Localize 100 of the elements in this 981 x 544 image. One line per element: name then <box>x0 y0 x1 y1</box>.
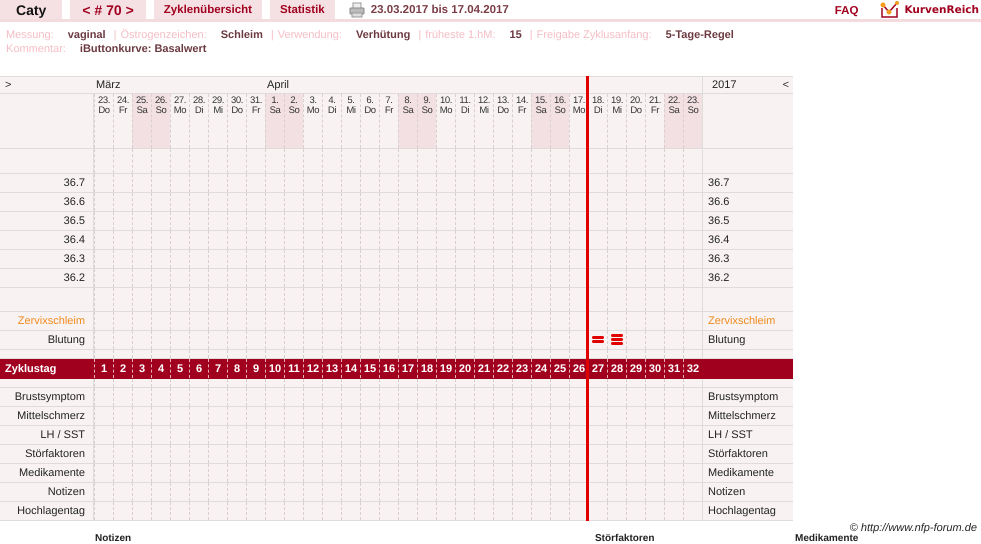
nav-tab[interactable]: Zyklenübersicht <box>154 0 262 19</box>
cycle-day-number: 16 <box>382 362 396 374</box>
cycle-day-number: 6 <box>196 362 202 374</box>
day-header: 23. So <box>683 94 702 148</box>
day-header: 20. Do <box>626 94 645 148</box>
row-label: Blutung <box>708 334 746 346</box>
info-label: Verwendung: <box>278 28 342 42</box>
day-header: 6. Do <box>360 94 379 148</box>
cycle-day-number: 25 <box>554 362 566 374</box>
row-label: 36.6 <box>64 196 85 208</box>
cycle-day-number: 32 <box>686 362 700 374</box>
row-label: 36.6 <box>708 196 730 208</box>
cycle-day-number: 4 <box>158 362 164 374</box>
info-value: 5-Tage-Regel <box>666 28 734 42</box>
cycle-day-number: 22 <box>496 362 510 374</box>
info-label: Messung: <box>6 28 54 42</box>
row-label: Brustsymptom <box>14 391 85 403</box>
day-header: 5. Mi <box>341 94 360 148</box>
cycle-day-number: 31 <box>668 362 680 374</box>
cycle-day-number: 27 <box>592 362 604 374</box>
row-label: Brustsymptom <box>708 391 778 403</box>
day-header: 22. Sa <box>664 94 683 148</box>
cycle-day-number: 21 <box>478 362 490 374</box>
row-label: 36.7 <box>708 177 730 189</box>
row-label: 36.2 <box>708 272 730 284</box>
nav-tab[interactable]: Statistik <box>270 0 335 19</box>
cycle-navigation[interactable]: < # 70 > <box>70 0 146 19</box>
cycle-day-number: 20 <box>458 362 472 374</box>
row-label: Blutung <box>48 334 85 346</box>
day-header: 15. Sa <box>531 94 550 148</box>
scroll-right-button[interactable]: < <box>782 79 789 91</box>
row-label: Hochlagentag <box>708 505 776 517</box>
cycle-day-number: 13 <box>326 362 338 374</box>
scroll-left-button[interactable]: > <box>5 79 12 91</box>
row-label: 36.3 <box>708 253 730 265</box>
faq-link[interactable]: FAQ <box>834 5 858 17</box>
day-header: 16. So <box>550 94 569 148</box>
day-header: 25. Sa <box>132 94 151 148</box>
row-label: Störfaktoren <box>708 448 768 460</box>
day-header: 3. Mo <box>303 94 322 148</box>
cycle-day-number: 14 <box>344 362 358 374</box>
day-header: 11. Di <box>455 94 474 148</box>
row-label: Hochlagentag <box>17 505 85 517</box>
info-label: Freigabe Zyklusanfang: <box>536 28 652 42</box>
user-name: Caty <box>0 0 62 19</box>
day-header: 27. Mo <box>170 94 189 148</box>
row-label: LH / SST <box>708 429 753 441</box>
day-header: 13. Do <box>493 94 512 148</box>
comment-label: Kommentar: <box>6 42 66 56</box>
cycle-day-number: 7 <box>214 362 222 374</box>
info-value: 15 <box>510 28 522 42</box>
logo-text: KurvenReich <box>904 4 979 16</box>
row-label: Mittelschmerz <box>17 410 85 422</box>
info-value: Verhütung <box>356 28 410 42</box>
section-heading: Medikamente <box>795 534 858 544</box>
info-label: früheste 1.hM: <box>425 28 496 42</box>
cycle-day-number: 5 <box>176 362 184 374</box>
month-label: März <box>96 79 120 91</box>
cycle-day-number: 30 <box>648 362 662 374</box>
cycle-day-number: 23 <box>516 362 528 374</box>
day-header: 2. So <box>284 94 303 148</box>
row-label: Notizen <box>48 486 85 498</box>
row-label: Notizen <box>708 486 746 498</box>
cycle-day-number: 15 <box>364 362 376 374</box>
day-header: 10. Mo <box>436 94 455 148</box>
day-header: 9. So <box>417 94 436 148</box>
logo-icon <box>880 0 900 18</box>
row-label: 36.4 <box>64 234 85 246</box>
day-header: 12. Mi <box>474 94 493 148</box>
row-label: 36.5 <box>708 215 730 227</box>
cycle-day-number: 1 <box>100 362 108 374</box>
cycle-day-number: 10 <box>268 362 282 374</box>
row-label: 36.7 <box>64 177 85 189</box>
cycle-day-number: 8 <box>234 362 240 374</box>
info-value: vaginal <box>68 28 106 42</box>
info-value: Schleim <box>220 28 263 42</box>
year-label: 2017 <box>712 79 736 91</box>
day-header: 30. Do <box>227 94 246 148</box>
row-label: LH / SST <box>40 429 85 441</box>
date-range: 23.03.2017 bis 17.04.2017 <box>370 4 509 16</box>
row-label: 36.4 <box>708 234 730 246</box>
cycle-day-number: 11 <box>288 362 300 374</box>
bleeding-mark-icon <box>611 334 623 346</box>
cycle-day-number: 3 <box>138 362 146 374</box>
day-header: 26. So <box>151 94 170 148</box>
day-header: 29. Mi <box>208 94 227 148</box>
cycle-day-number: 19 <box>440 362 452 374</box>
printer-icon[interactable] <box>348 2 365 18</box>
bleeding-mark-icon <box>592 336 604 344</box>
month-label: April <box>267 79 290 91</box>
cycle-day-number: 17 <box>402 362 414 374</box>
section-heading: Störfaktoren <box>595 534 654 544</box>
cycle-day-number: 12 <box>306 362 320 374</box>
row-label: Zervixschleim <box>708 315 776 327</box>
row-label: Zervixschleim <box>18 315 85 327</box>
row-label: 36.3 <box>64 253 85 265</box>
cycle-day-number: 24 <box>534 362 548 374</box>
row-label: 36.5 <box>64 215 85 227</box>
cycle-day-number: 26 <box>572 362 586 374</box>
copyright-text: © http://www.nfp-forum.de <box>850 522 977 534</box>
